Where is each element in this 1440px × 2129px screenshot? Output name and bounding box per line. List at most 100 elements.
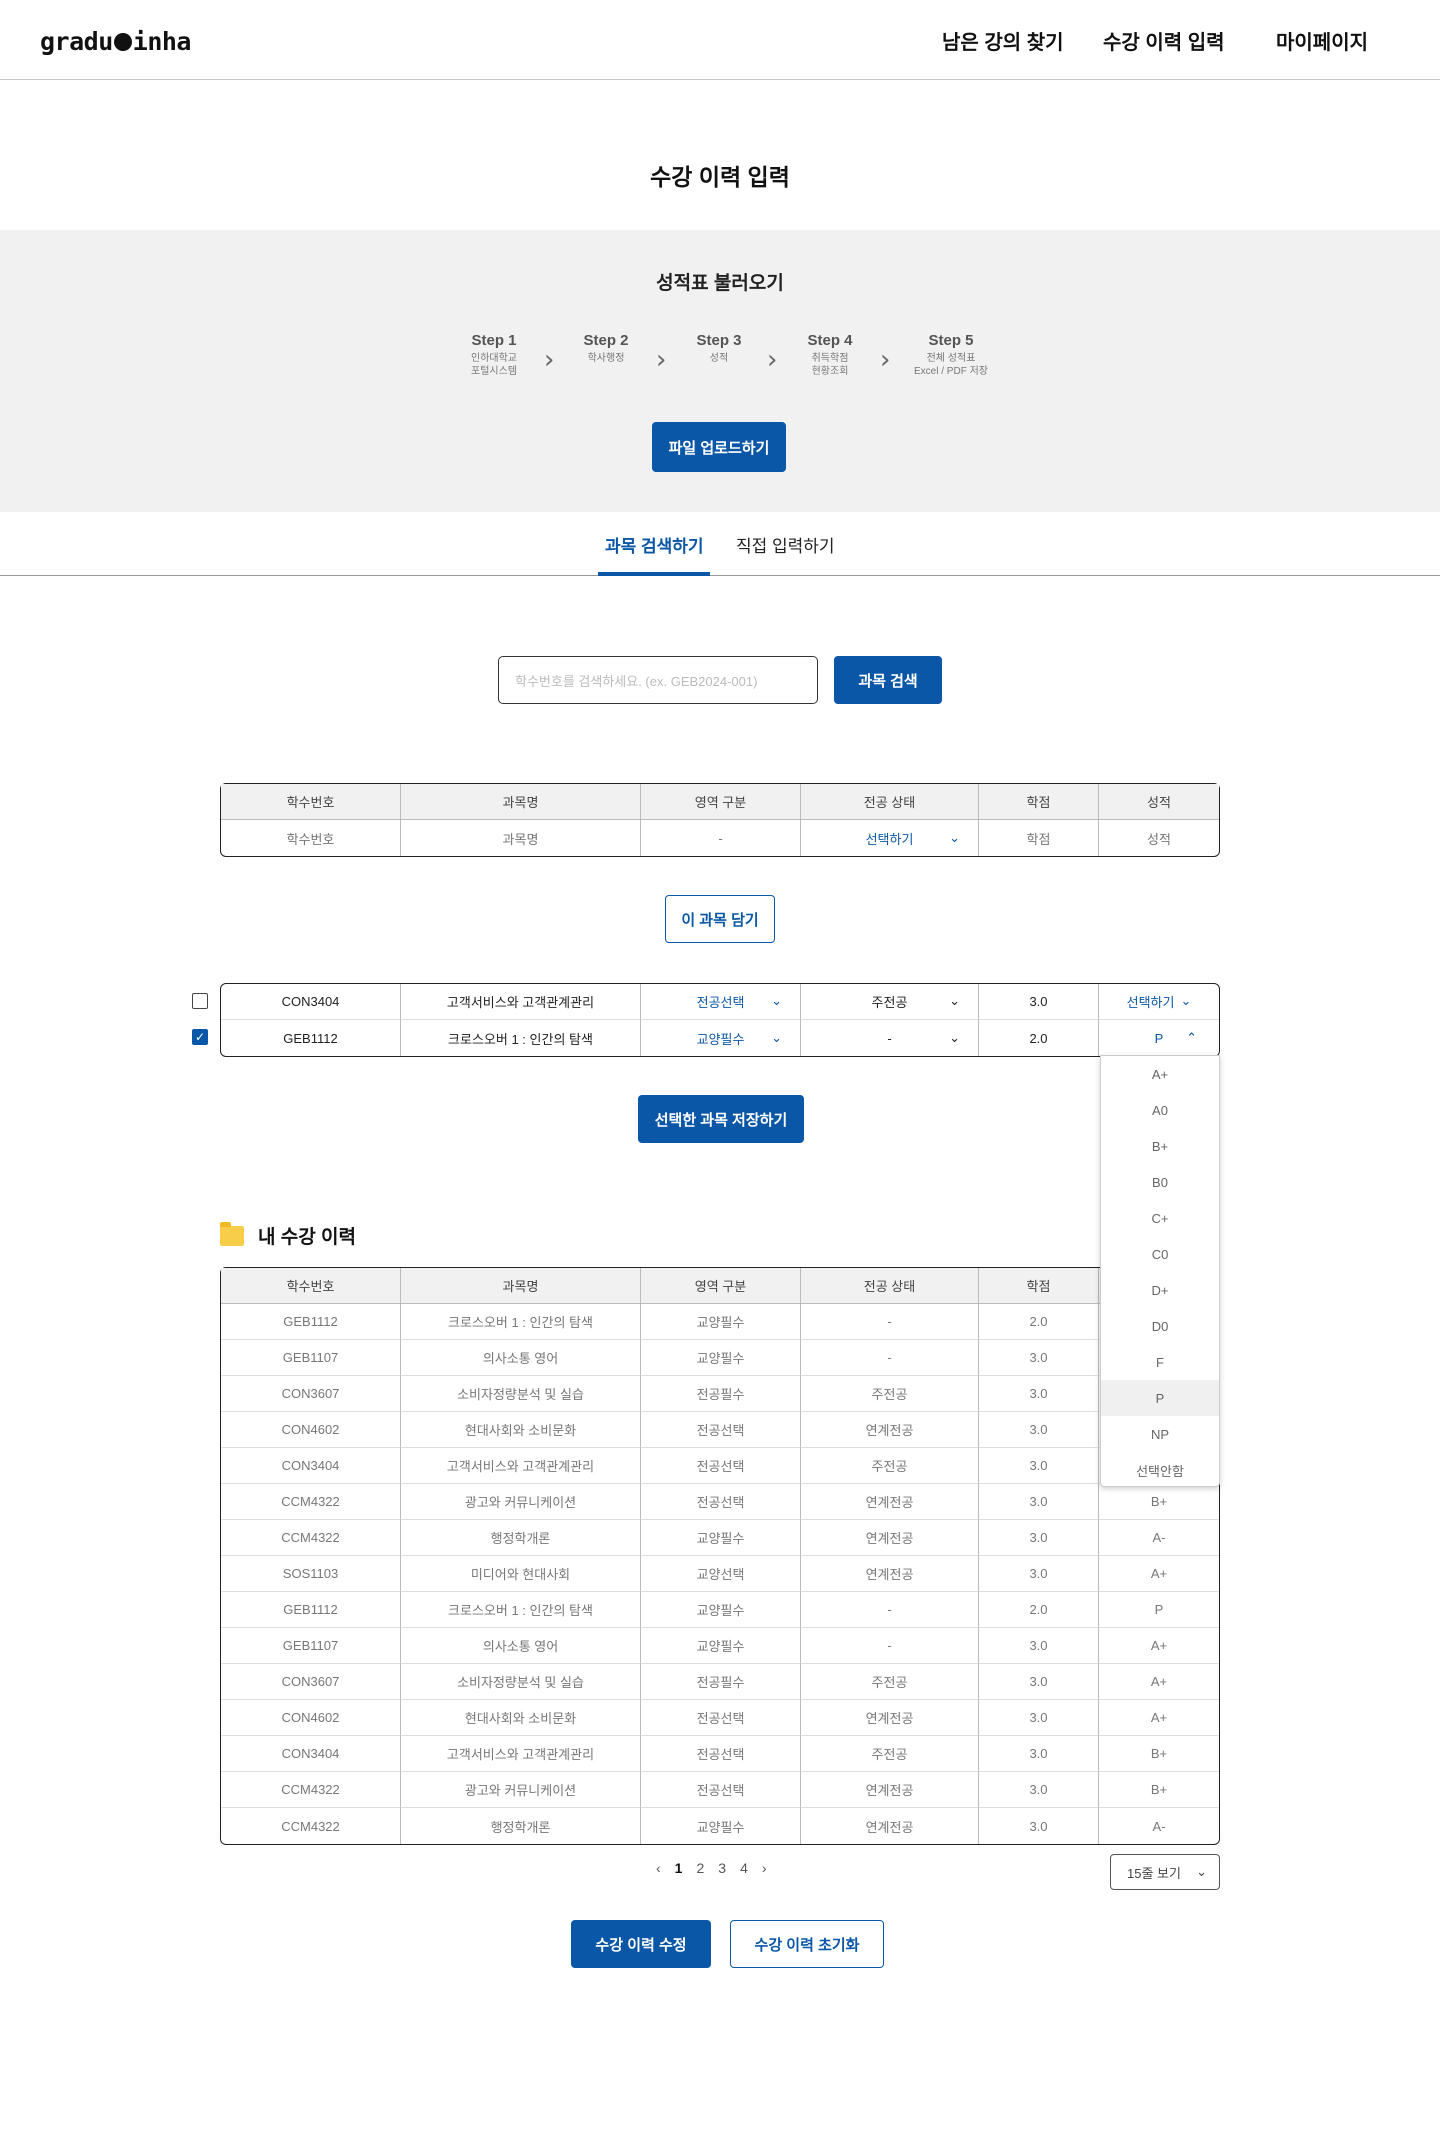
grade-option[interactable]: B+	[1101, 1128, 1219, 1164]
column-header: 학수번호	[221, 784, 401, 820]
rows-per-page-select[interactable]: 15줄 보기 ⌄	[1110, 1854, 1220, 1890]
grade-option[interactable]: A+	[1101, 1056, 1219, 1092]
step-1: Step 1 인하대학교 포털시스템	[434, 332, 554, 378]
step-desc: 학사행정	[587, 353, 625, 364]
chevron-down-icon: ⌄	[771, 1030, 782, 1046]
cart-code: CON3404	[221, 984, 401, 1020]
history-major: 연계전공	[801, 1484, 979, 1520]
row-checkbox[interactable]	[192, 993, 208, 1009]
edit-history-button[interactable]: 수강 이력 수정	[571, 1920, 711, 1968]
major-status-select[interactable]: 선택하기 ⌄	[801, 820, 979, 856]
history-grade: A+	[1099, 1664, 1219, 1700]
history-area: 전공선택	[641, 1736, 801, 1772]
table-row: SOS1103 미디어와 현대사회 교양선택 연계전공 3.0 A+	[221, 1556, 1219, 1592]
history-major: 연계전공	[801, 1772, 979, 1808]
active-tab-indicator	[598, 572, 710, 576]
grade-option[interactable]: A0	[1101, 1092, 1219, 1128]
grade-select[interactable]: 선택하기 ⌄	[1099, 984, 1219, 1020]
column-header: 성적	[1099, 784, 1219, 820]
grade-option[interactable]: 선택안함	[1101, 1452, 1219, 1488]
table-row: CCM4322 행정학개론 교양필수 연계전공 3.0 A-	[221, 1808, 1219, 1844]
history-grade: A+	[1099, 1700, 1219, 1736]
major-select[interactable]: 주전공 ⌄	[801, 984, 979, 1020]
add-course-button[interactable]: 이 과목 담기	[665, 895, 775, 943]
history-code: CON3607	[221, 1664, 401, 1700]
grade-option[interactable]: F	[1101, 1344, 1219, 1380]
history-code: CCM4322	[221, 1520, 401, 1556]
grade-option[interactable]: NP	[1101, 1416, 1219, 1452]
area-select[interactable]: 교양필수 ⌄	[641, 1020, 801, 1056]
tab-course-search[interactable]: 과목 검색하기	[605, 532, 704, 557]
row-checkbox-checked[interactable]: ✓	[192, 1029, 208, 1045]
table-row: CON4602 현대사회와 소비문화 전공선택 연계전공 3.0 A+	[221, 1700, 1219, 1736]
page-link[interactable]: 3	[718, 1860, 726, 1876]
cart-code: GEB1112	[221, 1020, 401, 1056]
chevron-left-icon[interactable]: ‹	[656, 1860, 661, 1876]
history-code: CON3607	[221, 1376, 401, 1412]
history-title-text: 내 수강 이력	[258, 1227, 356, 1248]
history-name: 광고와 커뮤니케이션	[401, 1772, 641, 1808]
course-search-button[interactable]: 과목 검색	[834, 656, 942, 704]
page-link-current[interactable]: 1	[675, 1860, 683, 1876]
result-name: 과목명	[401, 820, 641, 856]
step-3: Step 3 성적	[659, 332, 779, 365]
save-selected-button[interactable]: 선택한 과목 저장하기	[638, 1095, 804, 1143]
grade-option[interactable]: D0	[1101, 1308, 1219, 1344]
transcript-import-section: 성적표 불러오기 Step 1 인하대학교 포털시스템 › Step 2 학사행정…	[0, 230, 1440, 512]
column-header: 영역 구분	[641, 1268, 801, 1304]
page-link[interactable]: 2	[696, 1860, 704, 1876]
nav-course-history[interactable]: 수강 이력 입력	[1103, 26, 1225, 55]
area-select[interactable]: 전공선택 ⌄	[641, 984, 801, 1020]
grade-option[interactable]: D+	[1101, 1272, 1219, 1308]
nav-find-remaining[interactable]: 남은 강의 찾기	[942, 26, 1064, 55]
history-code: CCM4322	[221, 1484, 401, 1520]
grade-option[interactable]: C0	[1101, 1236, 1219, 1272]
history-area: 전공선택	[641, 1412, 801, 1448]
result-code: 학수번호	[221, 820, 401, 856]
history-credit: 3.0	[979, 1628, 1099, 1664]
chevron-right-icon[interactable]: ›	[762, 1860, 767, 1876]
reset-history-button[interactable]: 수강 이력 초기화	[730, 1920, 884, 1968]
history-name: 의사소통 영어	[401, 1340, 641, 1376]
history-major: 연계전공	[801, 1412, 979, 1448]
top-header: gradu inha 남은 강의 찾기 수강 이력 입력 마이페이지	[0, 0, 1440, 80]
step-label: Step 1	[471, 332, 517, 349]
column-header: 영역 구분	[641, 784, 801, 820]
history-major: 연계전공	[801, 1520, 979, 1556]
history-credit: 3.0	[979, 1484, 1099, 1520]
history-credit: 3.0	[979, 1736, 1099, 1772]
page-link[interactable]: 4	[740, 1860, 748, 1876]
logo[interactable]: gradu inha	[40, 26, 191, 56]
grade-option[interactable]: B0	[1101, 1164, 1219, 1200]
history-area: 교양필수	[641, 1808, 801, 1844]
folder-icon	[220, 1221, 244, 1246]
history-area: 전공선택	[641, 1448, 801, 1484]
chevron-right-icon: ›	[880, 345, 891, 375]
history-name: 고객서비스와 고객관계관리	[401, 1448, 641, 1484]
table-row: CON3607 소비자정량분석 및 실습 전공필수 주전공 3.0 A+	[221, 1664, 1219, 1700]
history-code: CCM4322	[221, 1772, 401, 1808]
history-name: 소비자정량분석 및 실습	[401, 1376, 641, 1412]
major-select[interactable]: - ⌄	[801, 1020, 979, 1056]
tab-manual-input[interactable]: 직접 입력하기	[736, 532, 835, 557]
nav-mypage[interactable]: 마이페이지	[1276, 26, 1368, 55]
history-grade: A+	[1099, 1628, 1219, 1664]
step-desc: 인하대학교 포털시스템	[471, 353, 517, 377]
column-header: 과목명	[401, 1268, 641, 1304]
grade-select-open[interactable]: P ⌃	[1099, 1020, 1219, 1056]
grade-option[interactable]: C+	[1101, 1200, 1219, 1236]
history-area: 전공선택	[641, 1772, 801, 1808]
history-credit: 3.0	[979, 1664, 1099, 1700]
file-upload-button[interactable]: 파일 업로드하기	[652, 422, 786, 472]
grade-option[interactable]: P	[1101, 1380, 1219, 1416]
history-credit: 3.0	[979, 1376, 1099, 1412]
history-credit: 3.0	[979, 1412, 1099, 1448]
course-code-search-input[interactable]: 학수번호를 검색하세요. (ex. GEB2024-001)	[498, 656, 818, 704]
table-row: CCM4322 광고와 커뮤니케이션 전공선택 연계전공 3.0 B+	[221, 1772, 1219, 1808]
history-major: 연계전공	[801, 1700, 979, 1736]
chevron-down-icon: ⌄	[1180, 994, 1192, 1009]
chevron-down-icon: ⌄	[1196, 1864, 1207, 1880]
history-name: 소비자정량분석 및 실습	[401, 1664, 641, 1700]
history-area: 전공필수	[641, 1376, 801, 1412]
grade-dropdown-menu: A+ A0 B+ B0 C+ C0 D+ D0 F P NP 선택안함	[1100, 1055, 1220, 1487]
